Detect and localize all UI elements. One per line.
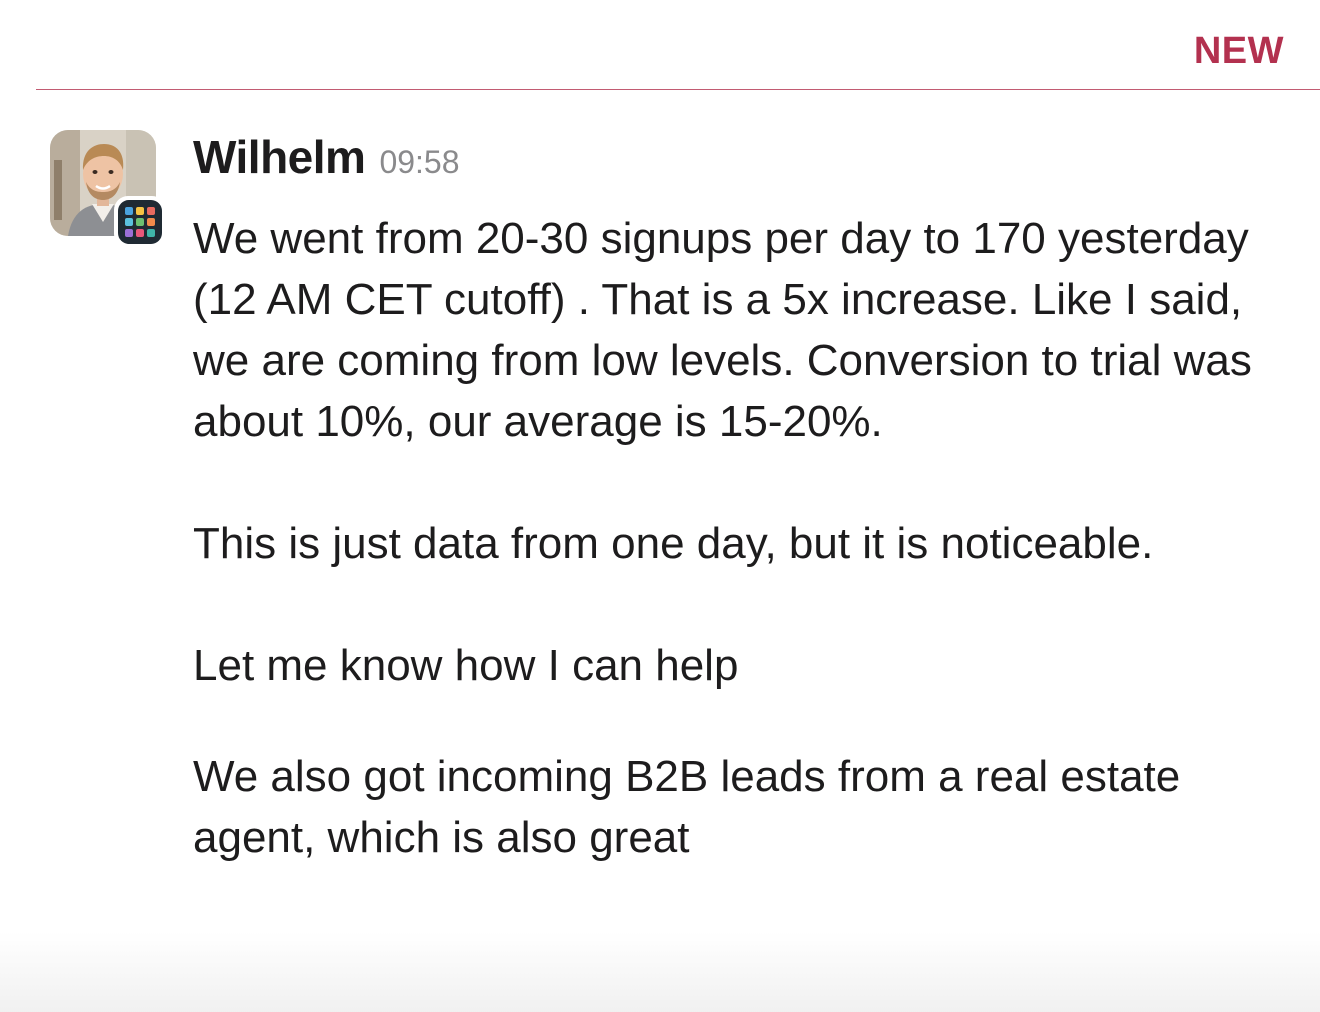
chat-message: Wilhelm 09:58 We went from 20-30 signups… [193,130,1253,868]
followup-message: We also got incoming B2B leads from a re… [193,752,1181,862]
message-paragraph: Let me know how I can help [193,641,739,690]
message-paragraph: We went from 20-30 signups per day to 17… [193,214,1252,446]
app-grid-badge-icon [125,207,155,237]
message-timestamp[interactable]: 09:58 [379,144,459,181]
app-badge [114,196,166,248]
message-body: We went from 20-30 signups per day to 17… [193,208,1253,868]
message-paragraph: This is just data from one day, but it i… [193,519,1154,568]
bottom-fade [0,932,1320,1012]
new-messages-label: NEW [1193,30,1284,72]
message-header: Wilhelm 09:58 [193,130,1253,194]
new-messages-divider [36,89,1320,90]
sender-name[interactable]: Wilhelm [193,130,366,184]
